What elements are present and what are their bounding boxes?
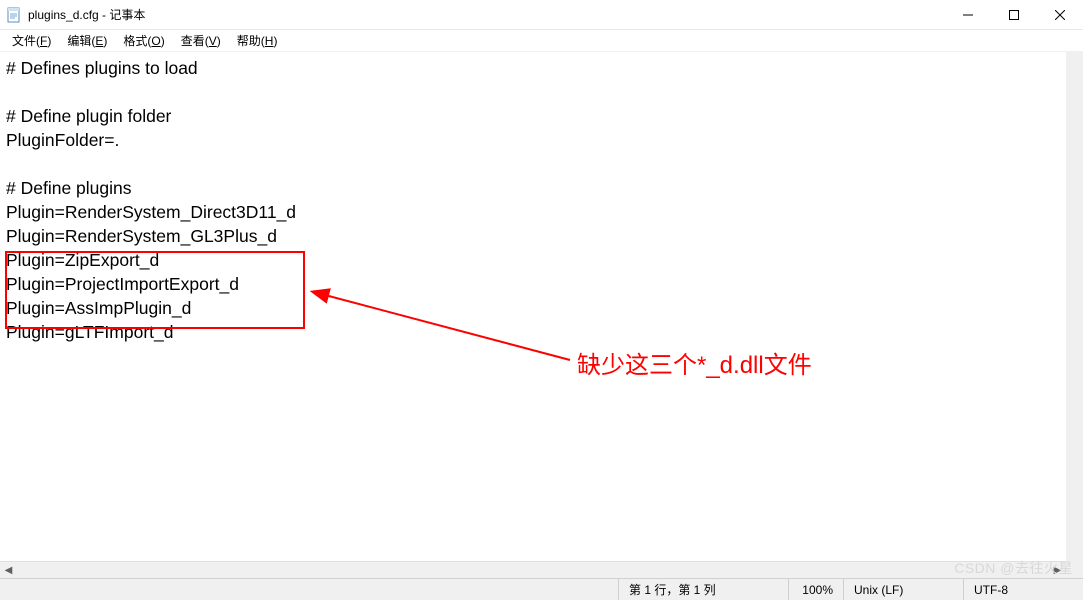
close-button[interactable]	[1037, 0, 1083, 29]
menubar: 文件(F) 编辑(E) 格式(O) 查看(V) 帮助(H)	[0, 30, 1083, 52]
horizontal-scrollbar[interactable]: ◀ ▶	[0, 561, 1066, 578]
notepad-icon	[6, 7, 22, 23]
window-controls	[945, 0, 1083, 29]
vertical-scrollbar[interactable]	[1066, 52, 1083, 561]
status-encoding: UTF-8	[963, 579, 1083, 600]
text-content[interactable]: # Defines plugins to load # Define plugi…	[0, 52, 1083, 578]
menu-file[interactable]: 文件(F)	[4, 30, 59, 51]
statusbar: 第 1 行，第 1 列 100% Unix (LF) UTF-8	[0, 578, 1083, 600]
status-position: 第 1 行，第 1 列	[618, 579, 788, 600]
titlebar: plugins_d.cfg - 记事本	[0, 0, 1083, 30]
menu-format[interactable]: 格式(O)	[115, 30, 172, 51]
maximize-button[interactable]	[991, 0, 1037, 29]
status-zoom: 100%	[788, 579, 843, 600]
editor-area[interactable]: # Defines plugins to load # Define plugi…	[0, 52, 1083, 578]
scroll-right-icon[interactable]: ▶	[1049, 562, 1066, 579]
menu-help[interactable]: 帮助(H)	[229, 30, 286, 51]
minimize-button[interactable]	[945, 0, 991, 29]
scroll-corner	[1066, 561, 1083, 578]
menu-view[interactable]: 查看(V)	[173, 30, 229, 51]
window-title: plugins_d.cfg - 记事本	[28, 6, 945, 23]
scroll-left-icon[interactable]: ◀	[0, 562, 17, 579]
menu-edit[interactable]: 编辑(E)	[59, 30, 115, 51]
status-lineending: Unix (LF)	[843, 579, 963, 600]
